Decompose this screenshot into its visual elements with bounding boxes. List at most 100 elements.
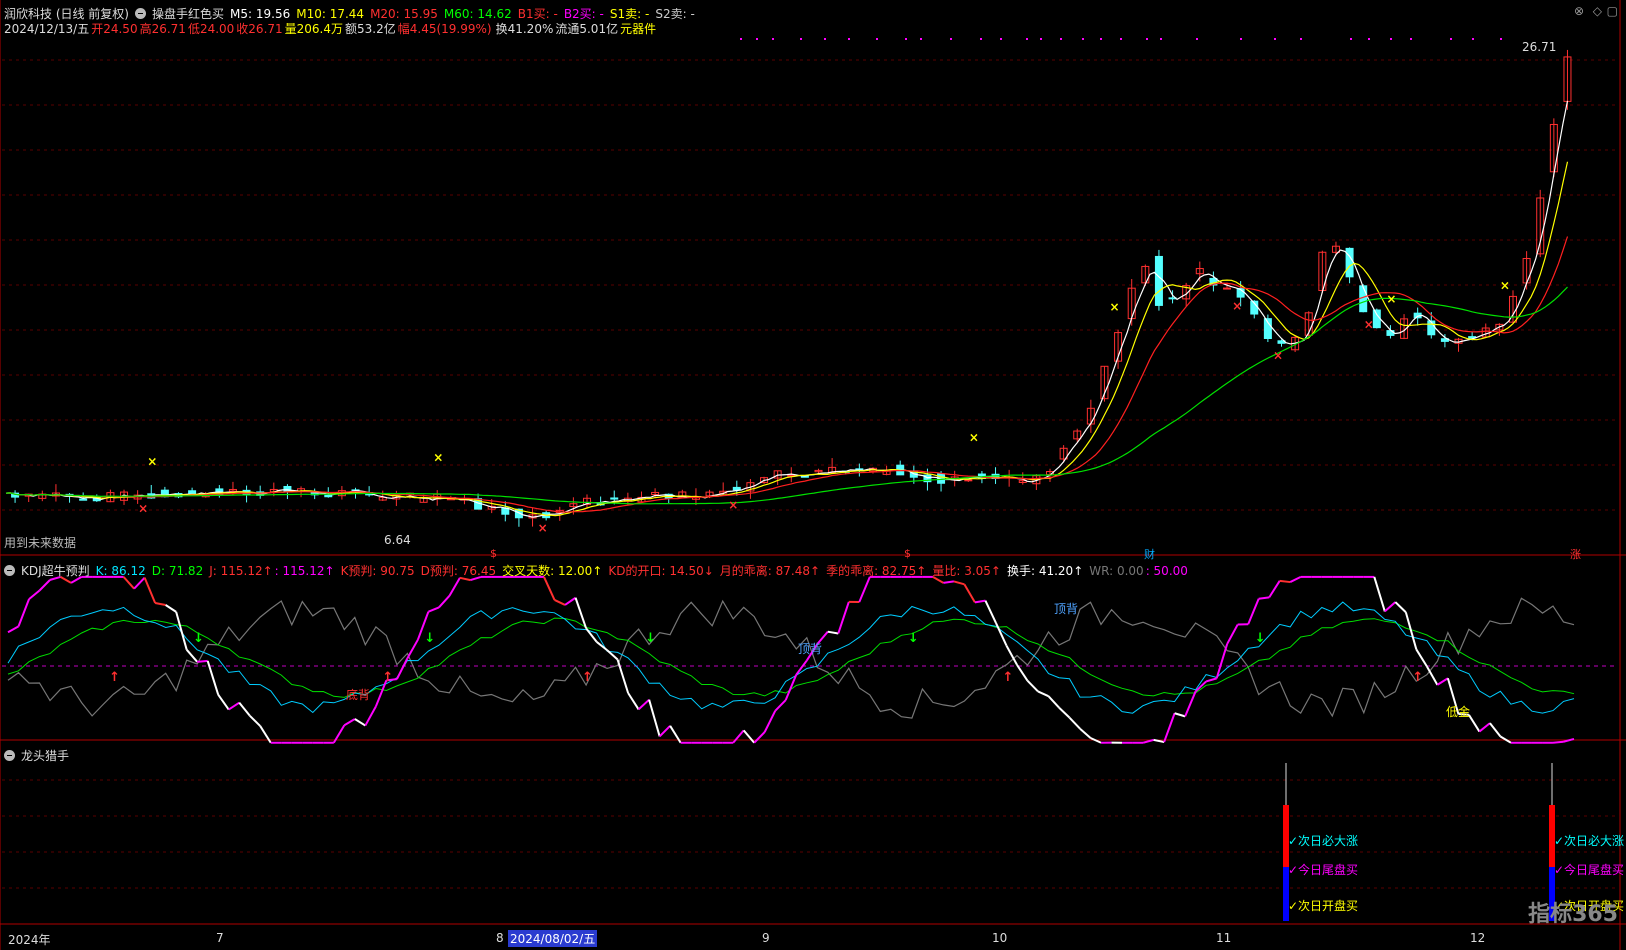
- candle-body: [1154, 255, 1163, 306]
- j-line-segment: [984, 600, 997, 624]
- signal-dot: [1390, 38, 1392, 40]
- gear-icon[interactable]: [4, 565, 15, 576]
- signal-dot: [876, 38, 878, 40]
- j-line-segment: [1005, 645, 1018, 666]
- signal-dot: [1100, 38, 1102, 40]
- buy-mark: ×: [147, 454, 157, 468]
- dragon-name[interactable]: 龙头猎手: [21, 747, 69, 764]
- j-line-segment: [1415, 648, 1428, 667]
- j-line-segment: [763, 710, 777, 733]
- j-line-segment: [343, 718, 356, 727]
- j-line-segment: [943, 580, 955, 584]
- signal-dot: [905, 38, 907, 40]
- time-axis-label: 2024年: [8, 933, 51, 947]
- kdj-field: 交叉天数: 12.00↑: [502, 564, 603, 578]
- j-line-segment: [395, 657, 409, 680]
- signal-dot: [980, 38, 982, 40]
- j-line-segment: [774, 699, 787, 712]
- signal-dot: [950, 38, 952, 40]
- sell-mark: ×: [1364, 318, 1374, 332]
- signal-dot: [1500, 38, 1502, 40]
- signal-dot: [1196, 38, 1198, 40]
- candle-body: [1372, 309, 1381, 329]
- buy-mark: ×: [433, 451, 443, 465]
- signal-buy-close: ✓今日尾盘买: [1288, 863, 1359, 877]
- signal-dot: [772, 38, 774, 40]
- j-line-segment: [974, 599, 986, 604]
- dividend-marker[interactable]: $: [490, 547, 497, 560]
- kdj-annotation: 底背: [346, 688, 371, 702]
- time-axis-label: 7: [216, 931, 224, 945]
- j-line-segment: [354, 718, 366, 727]
- j-line-segment: [1026, 679, 1039, 693]
- buy-mark: ×: [1110, 300, 1120, 314]
- kdj-field: 换手: 41.20↑: [1006, 564, 1084, 578]
- kdj-field: K预判: 90.75: [340, 564, 415, 578]
- j-line-segment: [1258, 596, 1270, 600]
- signal-big-rise: ✓次日必大涨: [1554, 834, 1625, 848]
- future-data-note: 用到未来数据: [4, 536, 77, 550]
- up-arrow: ↑: [109, 670, 120, 685]
- j-line-segment: [1384, 601, 1396, 613]
- j-line-segment: [143, 577, 157, 604]
- time-axis-label: 11: [1216, 931, 1232, 945]
- down-arrow: ↓: [645, 631, 656, 646]
- j-line-segment: [1174, 712, 1186, 718]
- candle-body: [1223, 287, 1232, 290]
- j-line-segment: [448, 577, 461, 597]
- kdj-field: 月的乖离: 87.48↑: [719, 564, 821, 578]
- j-line-segment: [238, 702, 251, 717]
- signal-dot: [1350, 38, 1352, 40]
- dividend-marker[interactable]: $: [904, 547, 911, 560]
- j-line-segment: [1563, 737, 1575, 743]
- kdj-field: K: 86.12: [95, 563, 146, 578]
- j-line-segment: [637, 698, 650, 711]
- kdj-field: J: 115.12↑: [209, 563, 273, 578]
- down-arrow: ↓: [1255, 631, 1266, 646]
- kdj-field: D: 71.82: [151, 563, 204, 578]
- j-line-segment: [1247, 598, 1260, 625]
- j-line-segment: [249, 714, 261, 727]
- j-line-segment: [1289, 576, 1302, 583]
- kdj-field: KD的开口: 14.50↓: [608, 564, 714, 578]
- limit-up-marker[interactable]: 涨: [1570, 546, 1581, 562]
- j-line-segment: [742, 729, 755, 744]
- sell-mark: ×: [1232, 299, 1242, 313]
- signal-dot: [1368, 38, 1370, 40]
- j-line-segment: [165, 604, 177, 613]
- j-line-segment: [648, 699, 661, 737]
- j-line-segment: [1205, 677, 1217, 683]
- j-line-segment: [175, 611, 188, 650]
- j-line-segment: [543, 576, 556, 601]
- candle-body: [1345, 247, 1354, 278]
- gear-icon[interactable]: [4, 750, 15, 761]
- j-line-segment: [1163, 712, 1176, 743]
- signal-dot: [1026, 38, 1028, 40]
- j-line-segment: [1016, 664, 1029, 682]
- j-line-segment: [7, 625, 19, 634]
- up-arrow: ↑: [382, 670, 393, 685]
- kdj-field: D预判: 76.45: [420, 564, 497, 578]
- kdj-field: 量比: 3.05↑: [932, 564, 1001, 578]
- signal-dot: [1160, 38, 1162, 40]
- j-line-segment: [953, 580, 965, 586]
- min-price-label: 6.64: [384, 533, 411, 547]
- j-line-segment: [1489, 722, 1502, 738]
- time-axis-label: 10: [992, 931, 1008, 945]
- kdj-name[interactable]: KDJ超牛预判: [21, 562, 90, 579]
- j-line-segment: [1478, 722, 1491, 733]
- signal-dot: [1120, 38, 1122, 40]
- time-axis-label: 8: [496, 931, 504, 945]
- kline-chart[interactable]: × × × × × × × × × × × × ↑ ↑ ↑ ↑ ↑ ↓ ↓ ↓ ↓ ↓: [0, 0, 1626, 950]
- buy-mark: ×: [969, 430, 979, 444]
- buy-mark: ×: [1386, 292, 1396, 306]
- finance-marker[interactable]: 财: [1144, 546, 1155, 562]
- up-arrow: ↑: [582, 670, 593, 685]
- j-line-segment: [228, 701, 240, 711]
- kdj-header: KDJ超牛预判 K: 86.12 D: 71.82 J: 115.12↑ : 1…: [4, 562, 1194, 579]
- signal-dot: [920, 38, 922, 40]
- signal-dot: [1060, 38, 1062, 40]
- j-line-segment: [1068, 716, 1081, 730]
- j-line-segment: [17, 598, 30, 627]
- j-line-segment: [406, 639, 419, 659]
